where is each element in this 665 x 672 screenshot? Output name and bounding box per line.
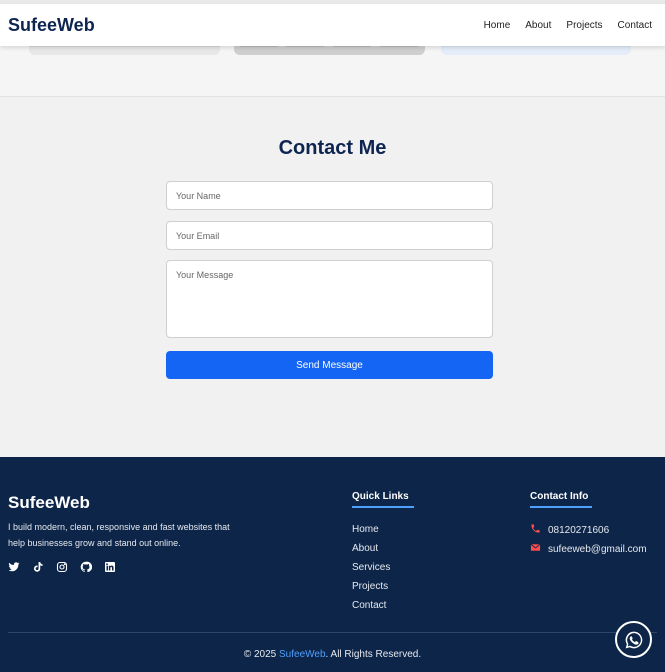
footer-link-about[interactable]: About bbox=[352, 543, 390, 562]
phone-number: 08120271606 bbox=[548, 524, 610, 536]
footer-link-services[interactable]: Services bbox=[352, 562, 390, 581]
name-input[interactable] bbox=[166, 181, 493, 210]
github-icon[interactable] bbox=[80, 561, 92, 573]
email-address: sufeeweb@gmail.com bbox=[548, 543, 647, 555]
message-textarea[interactable] bbox=[166, 260, 493, 338]
twitter-icon[interactable] bbox=[8, 561, 20, 573]
instagram-icon[interactable] bbox=[56, 561, 68, 573]
social-links bbox=[8, 561, 116, 573]
send-message-button[interactable]: Send Message bbox=[166, 351, 493, 379]
nav-home[interactable]: Home bbox=[484, 20, 511, 31]
contact-title: Contact Me bbox=[278, 137, 387, 159]
envelope-icon bbox=[530, 542, 541, 556]
contact-phone[interactable]: 08120271606 bbox=[530, 523, 609, 537]
contact-email[interactable]: sufeeweb@gmail.com bbox=[530, 542, 647, 556]
footer-tagline: I build modern, clean, responsive and fa… bbox=[8, 522, 230, 548]
site-footer: SufeeWeb I build modern, clean, responsi… bbox=[0, 457, 665, 672]
nav-contact[interactable]: Contact bbox=[618, 20, 652, 31]
footer-link-contact[interactable]: Contact bbox=[352, 600, 390, 619]
copyright-suffix: . All Rights Reserved. bbox=[325, 649, 422, 660]
nav-projects[interactable]: Projects bbox=[566, 20, 602, 31]
tiktok-icon[interactable] bbox=[32, 561, 44, 573]
phone-icon bbox=[530, 523, 541, 537]
whatsapp-float-button[interactable] bbox=[615, 621, 652, 658]
footer-link-projects[interactable]: Projects bbox=[352, 581, 390, 600]
footer-divider bbox=[8, 632, 657, 633]
site-header: SufeeWeb Home About Projects Contact bbox=[0, 4, 665, 46]
whatsapp-icon bbox=[625, 631, 642, 648]
quick-links-title: Quick Links bbox=[352, 491, 414, 508]
main-nav: Home About Projects Contact bbox=[484, 20, 652, 31]
linkedin-icon[interactable] bbox=[104, 561, 116, 573]
footer-brand: SufeeWeb bbox=[8, 493, 90, 512]
copyright: © 2025 SufeeWeb. All Rights Reserved. bbox=[0, 649, 665, 660]
brand-logo[interactable]: SufeeWeb bbox=[8, 15, 95, 36]
contact-info-title: Contact Info bbox=[530, 491, 593, 508]
quick-links-list: Home About Services Projects Contact bbox=[352, 524, 390, 619]
email-input[interactable] bbox=[166, 221, 493, 250]
footer-link-home[interactable]: Home bbox=[352, 524, 390, 543]
copyright-brand-link[interactable]: SufeeWeb bbox=[279, 649, 326, 660]
nav-about[interactable]: About bbox=[525, 20, 551, 31]
copyright-prefix: © 2025 bbox=[243, 649, 280, 660]
